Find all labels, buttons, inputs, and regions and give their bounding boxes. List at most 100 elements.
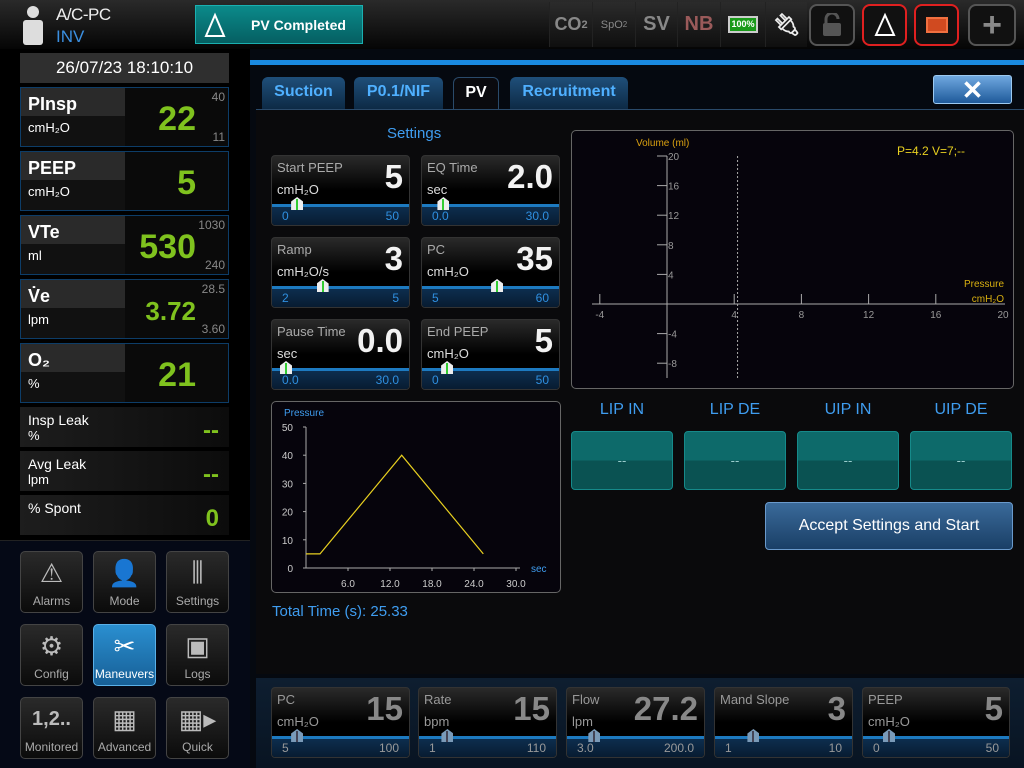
setting-end-peep[interactable]: End PEEP cmH₂O 5 0 50 <box>421 319 560 390</box>
nav-mode-button[interactable]: 👤 Mode <box>93 551 156 613</box>
nav-alarms-button[interactable]: ⚠ Alarms <box>20 551 83 613</box>
co2-button[interactable]: CO 2 <box>549 2 592 47</box>
pressure-chart: Pressure 0 10 20 30 40 50 6.0 12.0 18.0 24.0 30.0 se… <box>271 401 561 593</box>
y-tick-label: 0 <box>287 564 293 575</box>
sv-button[interactable]: SV <box>635 2 677 47</box>
slider-min: 2 <box>282 291 289 305</box>
metric-name: PEEP <box>28 158 77 178</box>
y-tick-label: 8 <box>668 241 674 252</box>
metric-3[interactable]: V̇e lpm 3.72 28.5 3.60 <box>20 279 229 339</box>
setting-unit: cmH₂O <box>868 714 910 729</box>
pv-result-label: UIP DE <box>934 401 988 418</box>
metric-2[interactable]: VTe ml 530 1030 240 <box>20 215 229 275</box>
tab-p01nif[interactable]: P0.1/NIF <box>354 77 443 109</box>
nav-config-button[interactable]: ⚙ Config <box>20 624 83 686</box>
metric-4[interactable]: O₂% 21 <box>20 343 229 403</box>
x-tick-label: 20 <box>997 310 1009 321</box>
y-tick-label: 20 <box>668 152 680 163</box>
slider-handle[interactable] <box>291 729 304 742</box>
slider-max: 50 <box>985 741 999 755</box>
setting-unit: sec <box>277 346 298 361</box>
slider-handle[interactable] <box>441 729 454 742</box>
metric-1[interactable]: PEEP cmH₂O 5 <box>20 151 229 211</box>
slider-handle[interactable] <box>280 361 292 374</box>
x-axis-unit: cmH₂O <box>972 294 1004 305</box>
nav-settings-button[interactable]: ⫼ Settings <box>166 551 229 613</box>
pv-result-value: -- <box>684 431 786 490</box>
metric-value: -- <box>203 461 219 488</box>
nav-quick-button[interactable]: ▦▸ Quick <box>166 697 229 759</box>
pv-readout: P=4.2 V=7;-- <box>897 144 965 158</box>
setting-peep[interactable]: PEEP cmH₂O 5 0 50 <box>862 687 1010 758</box>
settings-icon: ⫼ <box>191 557 204 587</box>
setting-pc[interactable]: PC cmH₂O 35 5 60 <box>421 237 560 308</box>
pv-result-value: -- <box>571 431 673 490</box>
slider-min: 1 <box>429 741 436 755</box>
nav-label: Mode <box>109 594 140 608</box>
accent-bar <box>250 60 1024 65</box>
pv-result-value: -- <box>797 431 899 490</box>
nav-logs-button[interactable]: ▣ Logs <box>166 624 229 686</box>
y-tick-label: 4 <box>668 270 674 281</box>
accept-settings-and-start-button[interactable]: Accept Settings and Start <box>765 502 1013 550</box>
x-axis-label: Pressure <box>964 279 1004 290</box>
slider-handle[interactable] <box>316 279 329 292</box>
nav-label: Maneuvers <box>94 667 155 681</box>
small-metric-0: Insp Leak% -- <box>20 407 229 447</box>
setting-start-peep[interactable]: Start PEEP cmH₂O 5 0 50 <box>271 155 410 226</box>
bell-icon <box>204 12 226 37</box>
x-tick-label: 16 <box>930 310 942 321</box>
slider-handle[interactable] <box>588 729 601 742</box>
slider-handle[interactable] <box>747 729 760 742</box>
small-metric-2: % Spont 0 <box>20 495 229 535</box>
nav-advanced-button[interactable]: ▦ Advanced <box>93 697 156 759</box>
settings-title: Settings <box>387 125 442 142</box>
tab-pv[interactable]: PV <box>453 77 499 109</box>
metric-0[interactable]: PInsp cmH₂O 22 40 11 <box>20 87 229 147</box>
metric-low-limit: 240 <box>204 258 225 272</box>
metric-value: -- <box>203 417 219 444</box>
setting-value: 0.0 <box>357 322 403 359</box>
slider-handle[interactable] <box>441 361 454 374</box>
add-button[interactable]: + <box>968 4 1016 46</box>
nav-label: Monitored <box>24 740 79 754</box>
close-button[interactable]: ✕ <box>933 75 1012 104</box>
setting-value: 5 <box>384 158 403 195</box>
alarm-silence-button[interactable] <box>862 4 907 46</box>
slider-max: 50 <box>535 373 549 387</box>
setting-flow[interactable]: Flow lpm 27.2 3.0 200.0 <box>566 687 705 758</box>
standby-button[interactable] <box>914 4 959 46</box>
metric-unit: % <box>28 428 40 443</box>
slider-handle[interactable] <box>491 279 504 292</box>
slider-handle[interactable] <box>883 729 895 742</box>
nb-button[interactable]: NB <box>677 2 720 47</box>
config-icon: ⚙ <box>39 630 64 661</box>
slider-handle[interactable] <box>291 197 304 210</box>
y-tick-label: 16 <box>668 182 680 193</box>
status-banner[interactable]: PV Completed <box>195 5 363 44</box>
x-tick-label: 12 <box>863 310 875 321</box>
nav-label: Settings <box>175 594 220 608</box>
ventilation-mode[interactable]: A/C-PC <box>56 5 111 25</box>
setting-value: 15 <box>366 690 403 727</box>
setting-ramp[interactable]: Ramp cmH₂O/s 3 2 5 <box>271 237 410 308</box>
spo2-button[interactable]: SpO 2 <box>592 2 635 47</box>
setting-rate[interactable]: Rate bpm 15 1 110 <box>418 687 557 758</box>
slider-handle[interactable] <box>437 197 450 210</box>
metric-unit: cmH₂O <box>28 120 70 135</box>
y-tick-label: 12 <box>668 211 680 222</box>
setting-value: 2.0 <box>507 158 553 195</box>
setting-name: PC <box>277 692 296 707</box>
slider-min: 0.0 <box>282 373 299 387</box>
tab-suction[interactable]: Suction <box>262 77 345 109</box>
nav-maneuvers-button[interactable]: ✂ Maneuvers <box>93 624 156 686</box>
nav-monitored-button[interactable]: 1,2.. Monitored <box>20 697 83 759</box>
tab-recruitment[interactable]: Recruitment <box>510 77 628 109</box>
lock-button[interactable] <box>809 4 855 46</box>
slider-range: 25 <box>272 289 409 307</box>
setting-mand-slope[interactable]: Mand Slope 3 1 10 <box>714 687 853 758</box>
small-metric-1: Avg Leak lpm -- <box>20 451 229 491</box>
setting-eq-time[interactable]: EQ Time sec 2.0 0.0 30.0 <box>421 155 560 226</box>
setting-pause-time[interactable]: Pause Time sec 0.0 0.0 30.0 <box>271 319 410 390</box>
setting-pc[interactable]: PC cmH₂O 15 5 100 <box>271 687 410 758</box>
